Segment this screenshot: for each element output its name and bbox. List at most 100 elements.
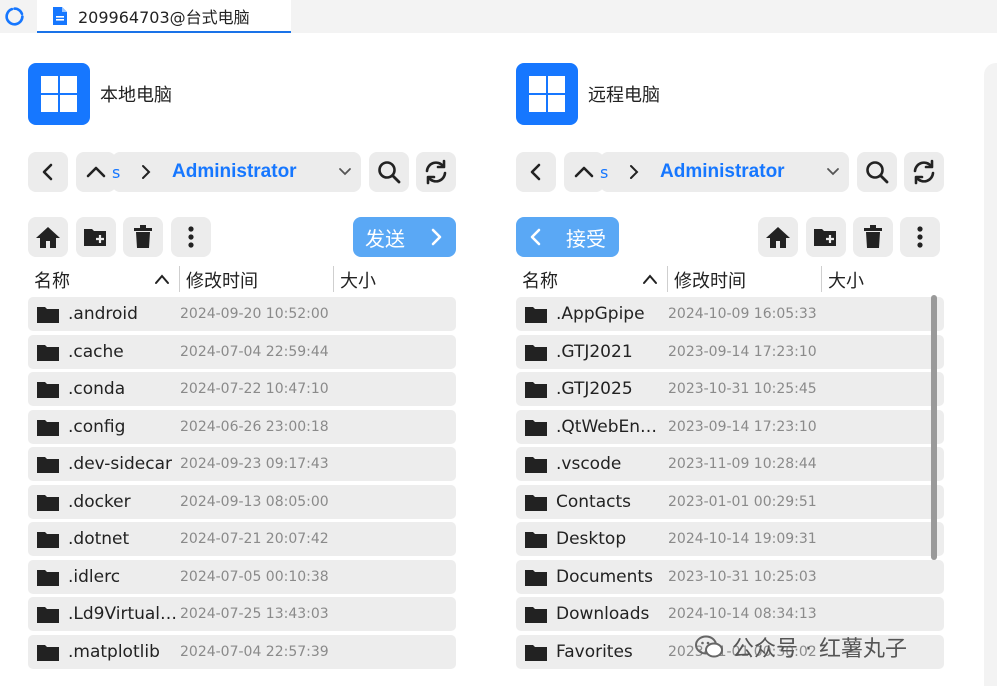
more-button[interactable] bbox=[900, 217, 940, 257]
column-modified[interactable]: 修改时间 bbox=[674, 267, 746, 293]
folder-icon bbox=[525, 532, 547, 548]
tab-title: 209964703@台式电脑 bbox=[78, 7, 250, 27]
receive-button[interactable]: 接受 bbox=[516, 217, 619, 257]
column-header: 名称 修改时间 大小 bbox=[28, 263, 458, 295]
file-name: .QtWebEngi... bbox=[556, 416, 666, 437]
breadcrumb-prev[interactable]: s bbox=[112, 163, 124, 182]
folder-icon bbox=[37, 419, 59, 436]
local-nav-row: s Administrator bbox=[28, 152, 458, 192]
home-button[interactable] bbox=[28, 217, 68, 257]
table-row[interactable]: .QtWebEngi... 2023-09-14 17:23:10 bbox=[516, 409, 944, 444]
watermark-text: 公众号 · 红薯丸子 bbox=[732, 637, 907, 662]
table-row[interactable]: Documents 2023-10-31 10:25:03 bbox=[516, 559, 944, 594]
remote-panel: 远程电脑 s Administrator 接受 名称 修改时间 大小 .AppG… bbox=[516, 33, 956, 686]
table-row[interactable]: .GTJ2025 2023-10-31 10:25:45 bbox=[516, 372, 944, 406]
table-row[interactable]: .GTJ2021 2023-09-14 17:23:10 bbox=[516, 334, 944, 369]
table-row[interactable]: .config 2024-06-26 23:00:18 bbox=[28, 409, 456, 444]
refresh-button[interactable] bbox=[416, 152, 456, 192]
column-divider[interactable] bbox=[333, 266, 334, 292]
column-header: 名称 修改时间 大小 bbox=[516, 263, 946, 295]
chevron-down-icon[interactable] bbox=[337, 164, 353, 180]
table-row[interactable]: .Ld9VirtualB... 2024-07-25 13:43:03 bbox=[28, 597, 456, 631]
sort-asc-icon[interactable] bbox=[154, 272, 170, 286]
search-button[interactable] bbox=[369, 152, 409, 192]
breadcrumb-current[interactable]: Administrator bbox=[172, 161, 297, 183]
column-size[interactable]: 大小 bbox=[828, 267, 864, 293]
file-modified: 2023-10-31 10:25:45 bbox=[668, 381, 817, 397]
breadcrumb-prev[interactable]: s bbox=[600, 163, 612, 182]
chevron-down-icon[interactable] bbox=[825, 164, 841, 180]
path-breadcrumb[interactable]: s Administrator bbox=[600, 152, 849, 192]
file-name: .GTJ2021 bbox=[556, 341, 633, 362]
table-row[interactable]: .docker 2024-09-13 08:05:00 bbox=[28, 484, 456, 519]
table-row[interactable]: Downloads 2024-10-14 08:34:13 bbox=[516, 597, 944, 631]
refresh-button[interactable] bbox=[904, 152, 944, 192]
chevron-left-icon bbox=[42, 163, 53, 181]
column-size[interactable]: 大小 bbox=[340, 267, 376, 293]
path-breadcrumb[interactable]: s Administrator bbox=[112, 152, 361, 192]
folder-icon bbox=[37, 344, 59, 361]
table-row[interactable]: Desktop 2024-10-14 19:09:31 bbox=[516, 522, 944, 556]
column-modified[interactable]: 修改时间 bbox=[186, 267, 258, 293]
table-row[interactable]: .idlerc 2024-07-05 00:10:38 bbox=[28, 559, 456, 594]
folder-icon bbox=[525, 644, 547, 661]
refresh-icon bbox=[425, 159, 447, 185]
table-row[interactable]: .dotnet 2024-07-21 20:07:42 bbox=[28, 522, 456, 556]
send-button[interactable]: 发送 bbox=[353, 217, 456, 257]
table-row[interactable]: .android 2024-09-20 10:52:00 bbox=[28, 297, 456, 331]
table-row[interactable]: .conda 2024-07-22 10:47:10 bbox=[28, 372, 456, 406]
back-button[interactable] bbox=[28, 152, 68, 192]
column-divider[interactable] bbox=[179, 266, 180, 292]
file-name: .dotnet bbox=[68, 529, 130, 549]
trash-icon bbox=[864, 225, 882, 248]
breadcrumb-current[interactable]: Administrator bbox=[660, 161, 785, 183]
column-name[interactable]: 名称 bbox=[522, 267, 558, 293]
table-row[interactable]: .AppGpipe 2024-10-09 16:05:33 bbox=[516, 297, 944, 331]
file-modified: 2024-07-04 22:59:44 bbox=[180, 343, 329, 360]
wechat-icon bbox=[695, 635, 723, 658]
column-divider[interactable] bbox=[667, 266, 668, 292]
file-name: .dev-sidecar bbox=[68, 454, 172, 474]
search-button[interactable] bbox=[857, 152, 897, 192]
table-row[interactable]: Contacts 2023-01-01 00:29:51 bbox=[516, 484, 944, 519]
folder-icon bbox=[525, 494, 547, 511]
connection-tab[interactable]: 209964703@台式电脑 bbox=[37, 0, 291, 33]
table-row[interactable]: .vscode 2023-11-09 10:28:44 bbox=[516, 447, 944, 481]
folder-icon bbox=[37, 644, 59, 661]
table-row[interactable]: .matplotlib 2024-07-04 22:57:39 bbox=[28, 634, 456, 669]
up-button[interactable] bbox=[564, 152, 604, 192]
file-modified: 2023-11-09 10:28:44 bbox=[668, 456, 817, 472]
scrollbar[interactable] bbox=[931, 295, 937, 560]
more-vertical-icon bbox=[188, 226, 194, 248]
file-modified: 2023-09-14 17:23:10 bbox=[668, 418, 817, 435]
home-button[interactable] bbox=[758, 217, 798, 257]
file-modified: 2023-10-31 10:25:03 bbox=[668, 568, 817, 585]
file-name: .GTJ2025 bbox=[556, 379, 633, 399]
column-name[interactable]: 名称 bbox=[34, 267, 70, 293]
watermark: 公众号 · 红薯丸子 bbox=[694, 630, 974, 664]
folder-icon bbox=[37, 494, 59, 511]
file-modified: 2024-10-14 19:09:31 bbox=[668, 531, 817, 547]
back-button[interactable] bbox=[516, 152, 556, 192]
new-folder-button[interactable] bbox=[806, 217, 846, 257]
table-row[interactable]: .cache 2024-07-04 22:59:44 bbox=[28, 334, 456, 369]
more-button[interactable] bbox=[171, 217, 211, 257]
new-folder-button[interactable] bbox=[76, 217, 116, 257]
windows-icon bbox=[516, 63, 578, 125]
remote-toolbar: 接受 bbox=[516, 217, 946, 257]
delete-button[interactable] bbox=[853, 217, 893, 257]
local-toolbar: 发送 bbox=[28, 217, 458, 257]
up-button[interactable] bbox=[76, 152, 116, 192]
delete-button[interactable] bbox=[123, 217, 163, 257]
new-folder-icon bbox=[84, 229, 106, 246]
file-modified: 2024-07-04 22:57:39 bbox=[180, 643, 329, 660]
title-bar: 209964703@台式电脑 bbox=[0, 0, 997, 33]
sort-asc-icon[interactable] bbox=[642, 272, 658, 286]
table-row[interactable]: .dev-sidecar 2024-09-23 09:17:43 bbox=[28, 447, 456, 481]
receive-label: 接受 bbox=[566, 226, 606, 251]
file-modified: 2024-07-05 00:10:38 bbox=[180, 568, 329, 585]
folder-icon bbox=[37, 382, 59, 398]
column-divider[interactable] bbox=[821, 266, 822, 292]
folder-icon bbox=[525, 344, 547, 361]
file-name: .vscode bbox=[556, 454, 622, 474]
